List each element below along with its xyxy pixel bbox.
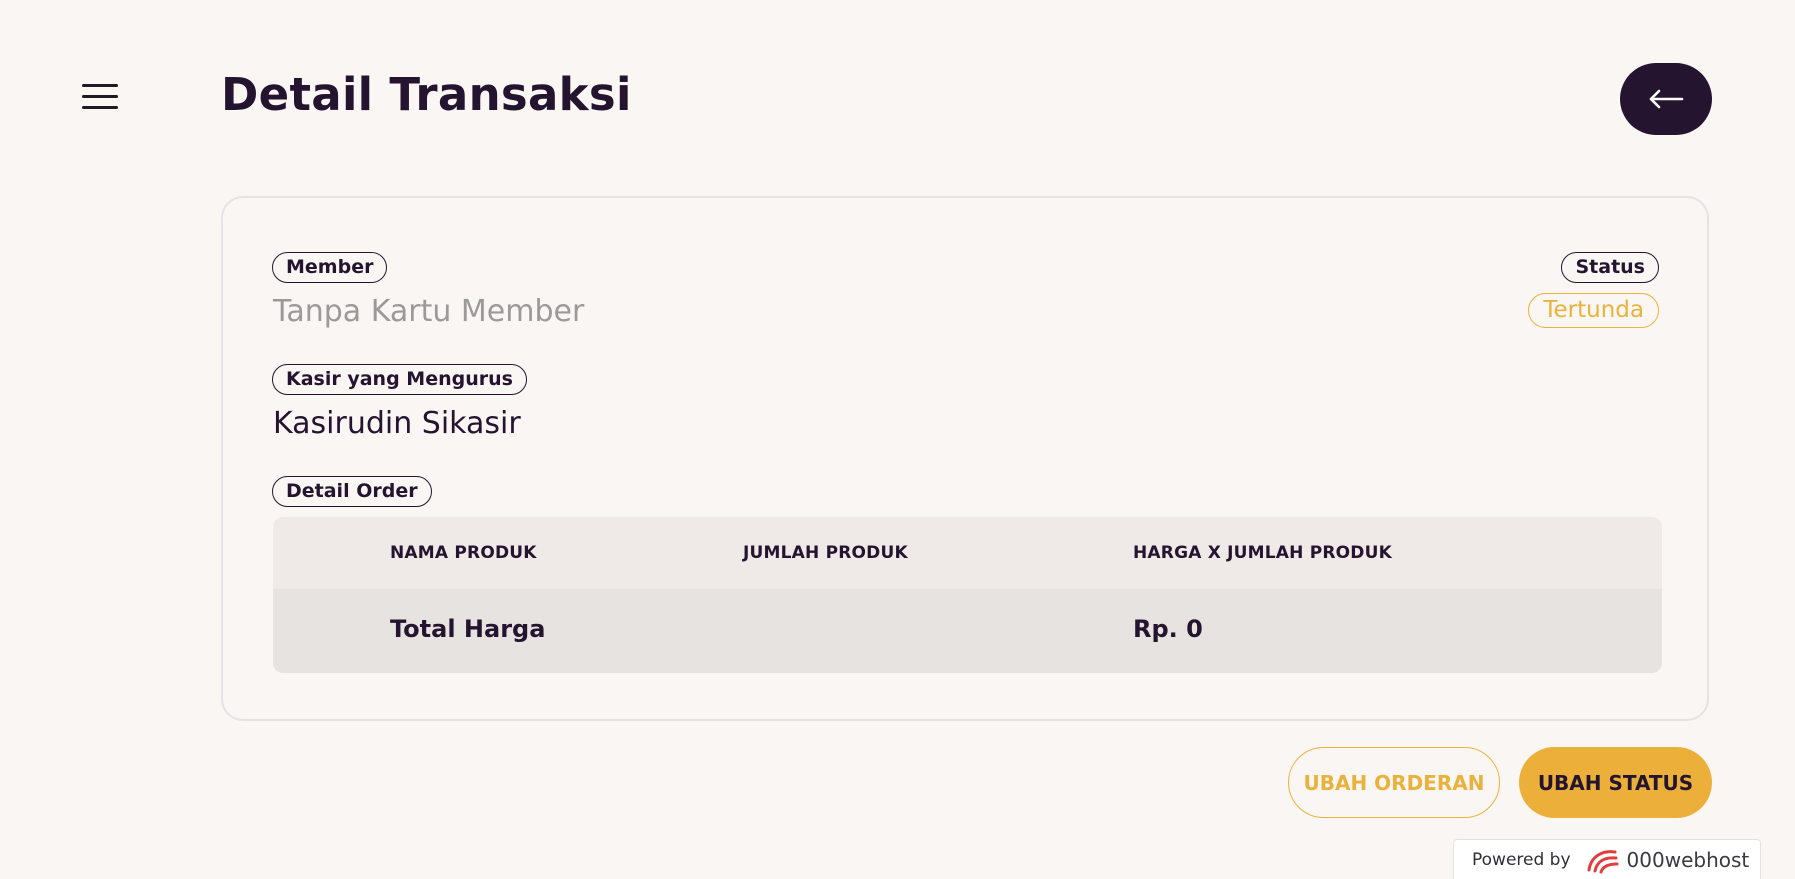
back-button[interactable] <box>1620 63 1712 135</box>
000webhost-logo-icon <box>1587 849 1619 873</box>
member-label: Member <box>272 252 388 283</box>
edit-status-button[interactable]: UBAH STATUS <box>1519 747 1712 818</box>
column-header-product-name: NAMA PRODUK <box>390 543 537 563</box>
page-title: Detail Transaksi <box>221 68 632 121</box>
status-badge: Tertunda <box>1528 293 1659 328</box>
transaction-detail-card: Member Tanpa Kartu Member Status Tertund… <box>221 196 1709 721</box>
table-header: NAMA PRODUK JUMLAH PRODUK HARGA X JUMLAH… <box>273 517 1662 589</box>
total-value: Rp. 0 <box>1133 615 1203 643</box>
order-detail-label: Detail Order <box>272 476 432 507</box>
cashier-value: Kasirudin Sikasir <box>273 406 521 441</box>
page: Detail Transaksi Member Tanpa Kartu Memb… <box>0 0 1795 879</box>
table-total-row: Total Harga Rp. 0 <box>273 589 1662 673</box>
hamburger-menu-icon[interactable] <box>82 82 118 112</box>
cashier-label: Kasir yang Mengurus <box>272 364 527 395</box>
order-table: NAMA PRODUK JUMLAH PRODUK HARGA X JUMLAH… <box>273 517 1662 673</box>
edit-order-button[interactable]: UBAH ORDERAN <box>1288 747 1500 818</box>
total-label: Total Harga <box>390 615 546 643</box>
powered-by-badge[interactable]: Powered by 000webhost <box>1453 839 1761 879</box>
arrow-left-icon <box>1649 89 1684 109</box>
column-header-quantity: JUMLAH PRODUK <box>743 543 908 563</box>
member-value: Tanpa Kartu Member <box>273 294 585 329</box>
status-label: Status <box>1561 252 1659 283</box>
powered-by-text: Powered by <box>1472 849 1571 870</box>
brand-name: 000webhost <box>1626 847 1750 872</box>
column-header-subtotal: HARGA X JUMLAH PRODUK <box>1133 543 1393 563</box>
